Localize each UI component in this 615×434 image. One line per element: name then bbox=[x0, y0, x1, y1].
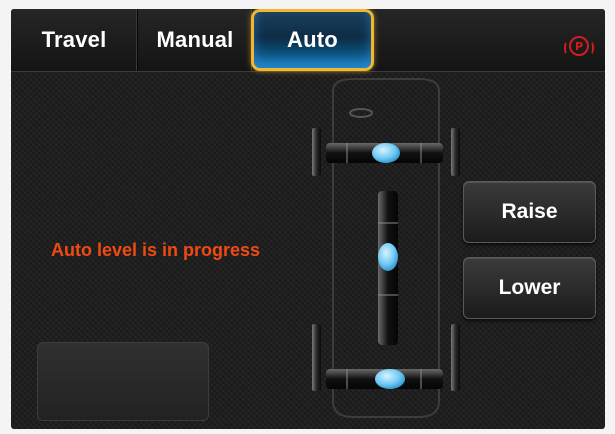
vehicle-diagram bbox=[312, 78, 460, 418]
lower-button[interactable]: Lower bbox=[463, 257, 596, 319]
tab-bar: Travel Manual Auto P bbox=[11, 9, 605, 72]
parking-brake-icon: P bbox=[564, 36, 594, 56]
leveling-screen: Travel Manual Auto P Auto level is in pr… bbox=[11, 9, 605, 429]
center-jack bbox=[378, 191, 398, 345]
status-message: Auto level is in progress bbox=[51, 240, 261, 260]
tab-manual[interactable]: Manual bbox=[138, 9, 253, 71]
tab-travel[interactable]: Travel bbox=[11, 9, 138, 71]
wheel-front-right bbox=[451, 128, 460, 176]
tab-auto[interactable]: Auto bbox=[251, 9, 374, 71]
wheel-rear-left-outer bbox=[312, 361, 321, 391]
wheel-front-left bbox=[312, 128, 321, 176]
wheel-rear-right-outer bbox=[451, 361, 460, 391]
blank-panel bbox=[37, 342, 209, 421]
raise-button[interactable]: Raise bbox=[463, 181, 596, 243]
rear-axle-jack bbox=[326, 369, 443, 389]
front-axle-jack bbox=[326, 143, 443, 163]
